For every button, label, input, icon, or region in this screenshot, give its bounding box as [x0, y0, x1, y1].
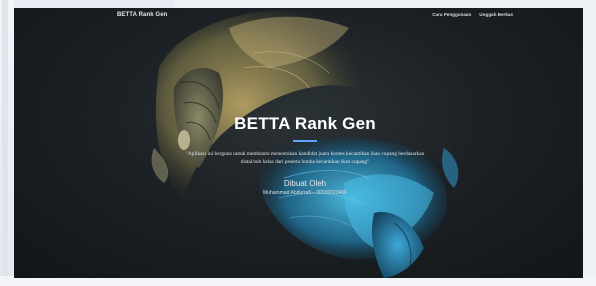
title-underline-divider	[293, 140, 317, 142]
top-decoration	[14, 0, 174, 8]
hero-content: BETTA Rank Gen "Aplikasi ini berguna unt…	[164, 114, 446, 196]
left-decoration	[0, 0, 14, 286]
navbar-links: Cara Penggunaan Unggah Berkas	[432, 12, 513, 17]
hero-title: BETTA Rank Gen	[234, 114, 376, 133]
hero-description: "Aplikasi ini berguna untuk membantu men…	[185, 150, 425, 165]
nav-link-cara-penggunaan[interactable]: Cara Penggunaan	[432, 12, 471, 17]
author-detail: Muhammad Abdurrafi – 00000023456	[263, 189, 347, 196]
author-heading: Dibuat Oleh	[283, 178, 327, 188]
navbar-brand-link[interactable]: BETTA Rank Gen	[117, 12, 167, 18]
hero-section: BETTA Rank Gen Cara Penggunaan Unggah Be…	[14, 8, 583, 278]
navbar: BETTA Rank Gen Cara Penggunaan Unggah Be…	[14, 8, 583, 26]
page: BETTA Rank Gen Cara Penggunaan Unggah Be…	[0, 0, 596, 286]
nav-link-unggah-berkas[interactable]: Unggah Berkas	[479, 12, 513, 17]
